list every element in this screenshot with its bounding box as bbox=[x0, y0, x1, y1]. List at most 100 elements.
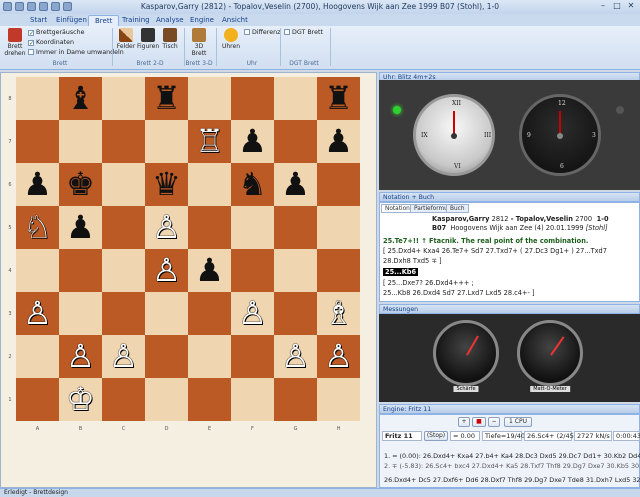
board-square[interactable] bbox=[16, 335, 59, 378]
white-piece[interactable]: ♙ bbox=[274, 335, 317, 378]
board-square[interactable] bbox=[274, 249, 317, 292]
check-coordinates[interactable]: ✓ Koordinaten bbox=[28, 39, 74, 47]
felder-button[interactable]: Felder bbox=[116, 28, 136, 50]
white-piece[interactable]: ♗ bbox=[317, 292, 360, 335]
board-square[interactable] bbox=[16, 77, 59, 120]
tab-buch[interactable]: Buch bbox=[446, 204, 469, 213]
white-piece[interactable]: ♔ bbox=[59, 378, 102, 421]
white-piece[interactable]: ♘ bbox=[16, 206, 59, 249]
board-square[interactable] bbox=[231, 378, 274, 421]
board-square[interactable] bbox=[102, 249, 145, 292]
black-piece[interactable]: ♞ bbox=[231, 163, 274, 206]
tab-start[interactable]: Start bbox=[24, 15, 53, 26]
board-square[interactable] bbox=[102, 378, 145, 421]
figuren-button[interactable]: Figuren bbox=[137, 28, 159, 50]
tab-notation[interactable]: Notation bbox=[381, 204, 414, 213]
white-piece[interactable]: ♙ bbox=[231, 292, 274, 335]
board-square[interactable] bbox=[274, 120, 317, 163]
engine-line-3[interactable]: 26.Dxd4+ Dc5 27.Dxf6+ Dd6 28.Dxf7 Thf8 2… bbox=[384, 476, 640, 484]
board-square[interactable] bbox=[145, 292, 188, 335]
board-square[interactable] bbox=[317, 378, 360, 421]
engine-add-icon[interactable]: + bbox=[458, 417, 470, 427]
board-square[interactable] bbox=[317, 163, 360, 206]
white-piece[interactable]: ♙ bbox=[102, 335, 145, 378]
black-piece[interactable]: ♟ bbox=[231, 120, 274, 163]
maximize-icon[interactable]: □ bbox=[610, 1, 624, 12]
board-square[interactable] bbox=[231, 335, 274, 378]
board-square[interactable] bbox=[188, 77, 231, 120]
check-dgt[interactable]: DGT Brett bbox=[284, 29, 323, 36]
tab-ansicht[interactable]: Ansicht bbox=[216, 15, 254, 26]
black-piece[interactable]: ♜ bbox=[145, 77, 188, 120]
board-square[interactable] bbox=[102, 163, 145, 206]
board-square[interactable] bbox=[145, 335, 188, 378]
board-square[interactable] bbox=[59, 249, 102, 292]
tab-brett[interactable]: Brett bbox=[88, 15, 120, 26]
tab-engine[interactable]: Engine bbox=[184, 15, 220, 26]
board-square[interactable] bbox=[231, 206, 274, 249]
check-promote-queen[interactable]: Immer in Dame umwandeln bbox=[28, 49, 124, 56]
notation-line[interactable]: 28.Dxh8 Txd5 ∓ ] bbox=[383, 257, 442, 265]
close-icon[interactable]: ✕ bbox=[624, 1, 638, 12]
white-piece[interactable]: ♖ bbox=[188, 120, 231, 163]
board-square[interactable] bbox=[188, 163, 231, 206]
board-square[interactable] bbox=[102, 77, 145, 120]
black-piece[interactable]: ♟ bbox=[59, 206, 102, 249]
board-square[interactable] bbox=[231, 77, 274, 120]
board-square[interactable] bbox=[231, 249, 274, 292]
board-square[interactable] bbox=[145, 120, 188, 163]
board-square[interactable] bbox=[16, 120, 59, 163]
black-piece[interactable]: ♛ bbox=[145, 163, 188, 206]
notation-line[interactable]: 25.Te7+!! ↑ Ftacnik. The real point of t… bbox=[383, 237, 588, 245]
white-piece[interactable]: ♙ bbox=[145, 249, 188, 292]
check-sounds[interactable]: ✓ Brettgeräusche bbox=[28, 29, 85, 37]
board-square[interactable] bbox=[274, 77, 317, 120]
black-piece[interactable]: ♚ bbox=[59, 163, 102, 206]
white-piece[interactable]: ♙ bbox=[145, 206, 188, 249]
board-square[interactable] bbox=[16, 249, 59, 292]
tisch-button[interactable]: Tisch bbox=[160, 28, 180, 50]
board-square[interactable] bbox=[102, 120, 145, 163]
board-square[interactable] bbox=[188, 206, 231, 249]
black-piece[interactable]: ♟ bbox=[274, 163, 317, 206]
chess-board[interactable]: ♝ ♜ ♜ ♖ ♟ ♟ ♟ ♚ ♛ ♞ ♟ ♘ ♟ ♙ ♙ ♟ ♙ ♙ ♗ ♙ ♙ ♙ ♙ ♔ bbox=[16, 77, 360, 421]
board-square[interactable] bbox=[59, 120, 102, 163]
board-square[interactable] bbox=[274, 206, 317, 249]
notation-line[interactable]: [ 25.Dxd4+ Kxa4 26.Te7+ Sd7 27.Txd7+ ( 2… bbox=[383, 247, 607, 255]
black-piece[interactable]: ♜ bbox=[317, 77, 360, 120]
flip-board-button[interactable]: Brett drehen bbox=[4, 28, 26, 57]
cpu-button[interactable]: 1 CPU bbox=[504, 417, 532, 427]
3d-board-button[interactable]: 3D Brett bbox=[188, 28, 210, 57]
white-piece[interactable]: ♙ bbox=[317, 335, 360, 378]
black-piece[interactable]: ♝ bbox=[59, 77, 102, 120]
board-square[interactable] bbox=[102, 206, 145, 249]
board-square[interactable] bbox=[188, 378, 231, 421]
board-square[interactable] bbox=[274, 378, 317, 421]
board-square[interactable] bbox=[317, 249, 360, 292]
current-move[interactable]: 25...Kb6 bbox=[383, 268, 419, 276]
board-square[interactable] bbox=[188, 292, 231, 335]
board-square[interactable] bbox=[274, 292, 317, 335]
white-piece[interactable]: ♙ bbox=[59, 335, 102, 378]
engine-line-2[interactable]: 2. ∓ (-5.83): 26.Sc4+ bxc4 27.Dxd4+ Ka5 … bbox=[384, 462, 640, 470]
board-square[interactable] bbox=[16, 378, 59, 421]
notation-line[interactable]: [ 25...Dxe7? 26.Dxd4+++ ; bbox=[383, 279, 474, 287]
notation-line[interactable]: 25...Kb8 26.Dxd4 Sd7 27.Lxd7 Lxd5 28.c4+… bbox=[383, 289, 535, 297]
board-square[interactable] bbox=[102, 292, 145, 335]
clocks-button[interactable]: Uhren bbox=[221, 28, 241, 50]
white-piece[interactable]: ♙ bbox=[16, 292, 59, 335]
engine-remove-icon[interactable]: − bbox=[488, 417, 500, 427]
board-square[interactable] bbox=[145, 378, 188, 421]
engine-stop-icon[interactable]: ■ bbox=[472, 417, 486, 427]
tab-einfuegen[interactable]: Einfügen bbox=[50, 15, 93, 26]
engine-stop-button[interactable]: (Stop) bbox=[424, 431, 448, 441]
board-square[interactable] bbox=[317, 206, 360, 249]
board-square[interactable] bbox=[188, 335, 231, 378]
engine-line-1[interactable]: 1. = (0.00): 26.Dxd4+ Kxa4 27.b4+ Ka4 28… bbox=[384, 452, 640, 460]
minimize-icon[interactable]: – bbox=[596, 1, 610, 12]
black-piece[interactable]: ♟ bbox=[317, 120, 360, 163]
black-piece[interactable]: ♟ bbox=[16, 163, 59, 206]
board-square[interactable] bbox=[59, 292, 102, 335]
check-difference[interactable]: Differenz bbox=[244, 29, 280, 36]
black-piece[interactable]: ♟ bbox=[188, 249, 231, 292]
